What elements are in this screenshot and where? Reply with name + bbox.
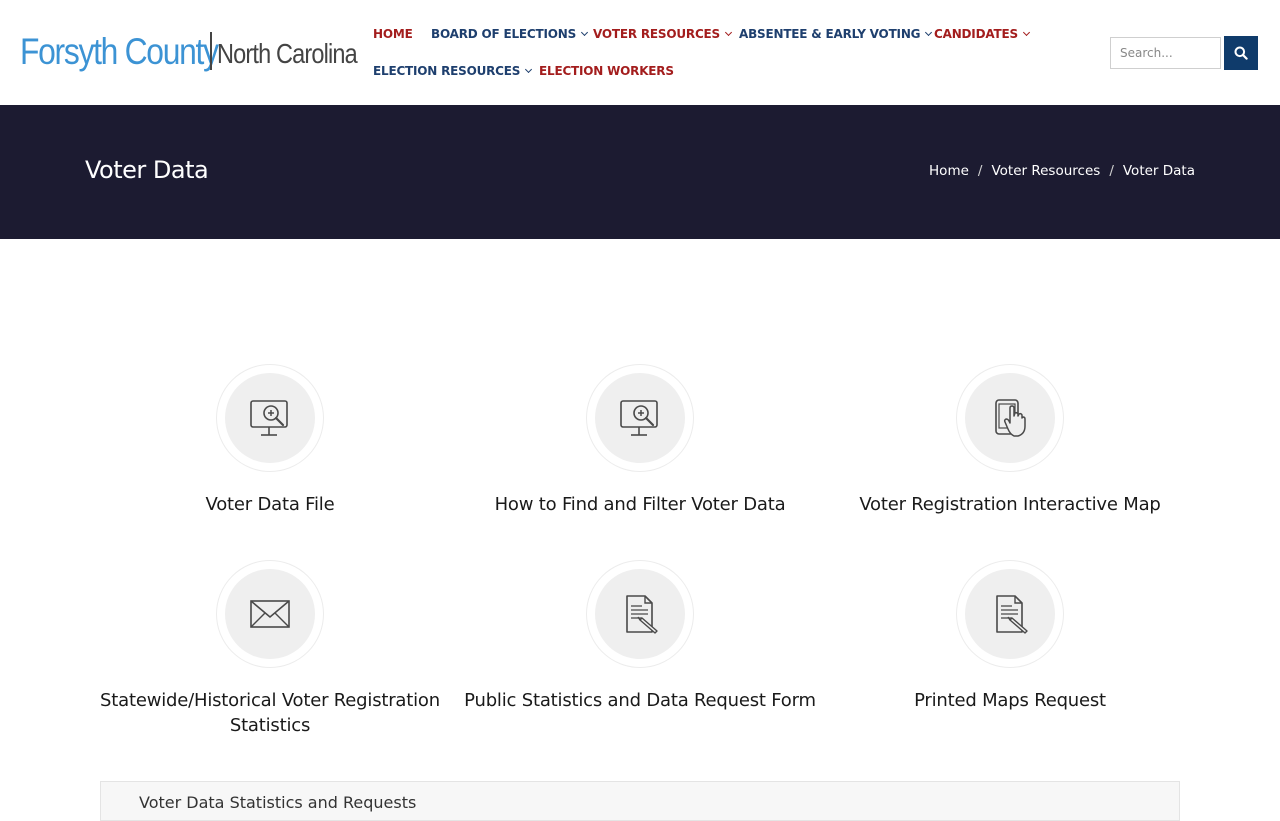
card-label: Statewide/Historical Voter Registration … (100, 690, 440, 736)
card-label: Printed Maps Request (914, 690, 1106, 711)
page-banner: Voter Data Home / Voter Resources / Vote… (0, 105, 1280, 239)
card-data-request-form[interactable]: Public Statistics and Data Request Form (455, 560, 825, 720)
nav-board-of-elections[interactable]: BOARD OF ELECTIONS (431, 27, 589, 41)
nav-home-label: HOME (373, 27, 413, 41)
voter-data-statistics-panel[interactable]: Voter Data Statistics and Requests (100, 781, 1180, 821)
logo-divider (210, 32, 212, 70)
search-input[interactable] (1110, 37, 1221, 69)
breadcrumb-separator: / (977, 163, 983, 179)
monitor-magnifier-icon (250, 400, 288, 436)
nav-board-of-elections-label: BOARD OF ELECTIONS (431, 27, 577, 41)
chevron-down-icon (525, 65, 533, 74)
search-button[interactable] (1224, 36, 1258, 70)
tablet-touch-icon (995, 399, 1026, 437)
card-label: Voter Data File (205, 494, 335, 515)
card-printed-maps-request[interactable]: Printed Maps Request (825, 560, 1195, 720)
breadcrumb-current: Voter Data (1122, 163, 1195, 179)
card-icon-ring (956, 364, 1064, 472)
chevron-down-icon (724, 28, 733, 37)
card-label: Public Statistics and Data Request Form (464, 690, 816, 711)
breadcrumb-voter-resources[interactable]: Voter Resources (991, 163, 1100, 179)
nav-election-resources[interactable]: ELECTION RESOURCES (373, 64, 533, 78)
card-icon-ring (216, 560, 324, 668)
nav-election-resources-label: ELECTION RESOURCES (373, 64, 521, 78)
document-pen-icon (626, 595, 658, 634)
breadcrumb: Home / Voter Resources / Voter Data (929, 163, 1195, 179)
card-icon-ring (586, 560, 694, 668)
card-find-filter-voter-data[interactable]: How to Find and Filter Voter Data (455, 364, 825, 524)
nav-election-workers[interactable]: ELECTION WORKERS (539, 64, 674, 78)
card-icon-ring (956, 560, 1064, 668)
panel-heading: Voter Data Statistics and Requests (139, 793, 417, 812)
card-icon-ring (216, 364, 324, 472)
page-title: Voter Data (85, 156, 209, 184)
breadcrumb-home[interactable]: Home (929, 163, 969, 179)
nav-absentee-early-voting-label: ABSENTEE & EARLY VOTING (739, 27, 921, 41)
card-interactive-map[interactable]: Voter Registration Interactive Map (825, 364, 1195, 524)
chevron-down-icon (581, 28, 589, 37)
site-header: Forsyth County North Carolina HOME BOARD… (0, 0, 1280, 105)
logo-state-text: North Carolina (217, 38, 358, 69)
logo-county-text: Forsyth County (20, 31, 219, 72)
chevron-down-icon (925, 28, 933, 37)
nav-candidates-label: CANDIDATES (934, 27, 1018, 41)
card-statewide-statistics[interactable]: Statewide/Historical Voter Registration … (85, 560, 455, 740)
breadcrumb-separator: / (1109, 163, 1114, 179)
document-pen-icon (996, 595, 1028, 634)
envelope-icon (250, 600, 290, 628)
monitor-magnifier-icon (620, 400, 658, 436)
search-icon (1234, 46, 1248, 60)
nav-voter-resources-label: VOTER RESOURCES (593, 27, 720, 41)
nav-candidates[interactable]: CANDIDATES (934, 27, 1030, 41)
card-label: How to Find and Filter Voter Data (494, 494, 786, 515)
nav-election-workers-label: ELECTION WORKERS (539, 64, 674, 78)
nav-voter-resources[interactable]: VOTER RESOURCES (593, 27, 733, 41)
nav-home[interactable]: HOME (373, 27, 413, 41)
card-label: Voter Registration Interactive Map (859, 494, 1161, 515)
nav-absentee-early-voting[interactable]: ABSENTEE & EARLY VOTING (739, 27, 933, 41)
chevron-down-icon (1022, 28, 1030, 37)
site-logo[interactable]: Forsyth County North Carolina (20, 28, 358, 72)
card-icon-ring (586, 364, 694, 472)
card-voter-data-file[interactable]: Voter Data File (85, 364, 455, 524)
